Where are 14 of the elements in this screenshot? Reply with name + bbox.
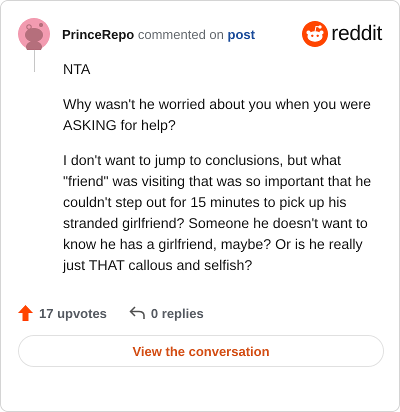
reddit-logo-icon	[302, 21, 328, 47]
avatar-icon	[18, 18, 50, 50]
comment-paragraph: NTA	[63, 61, 92, 80]
action-text: commented on	[138, 26, 224, 42]
view-conversation-button[interactable]: View the conversation	[18, 335, 384, 367]
upvote-count: 17 upvotes	[39, 306, 107, 320]
reply-arrow-icon[interactable]	[128, 306, 145, 320]
comment-paragraph: I don't want to jump to conclusions, but what "friend" was visiting that was so important that he couldn't step out for 15 minutes to pick up his stranded girlfriend? Someone he doesn't want to know he has a girlfriend, maybe? Or is he really just THAT callous and selfish?	[63, 152, 372, 276]
upvote-arrow-icon[interactable]	[18, 305, 33, 321]
brand-name: reddit	[331, 22, 382, 46]
comment-paragraph: Why wasn't he worried about you when you were ASKING for help?	[63, 96, 372, 136]
author-name[interactable]: PrinceRepo	[62, 26, 134, 42]
post-link[interactable]: post	[228, 26, 255, 42]
reply-count: 0 replies	[150, 306, 204, 320]
